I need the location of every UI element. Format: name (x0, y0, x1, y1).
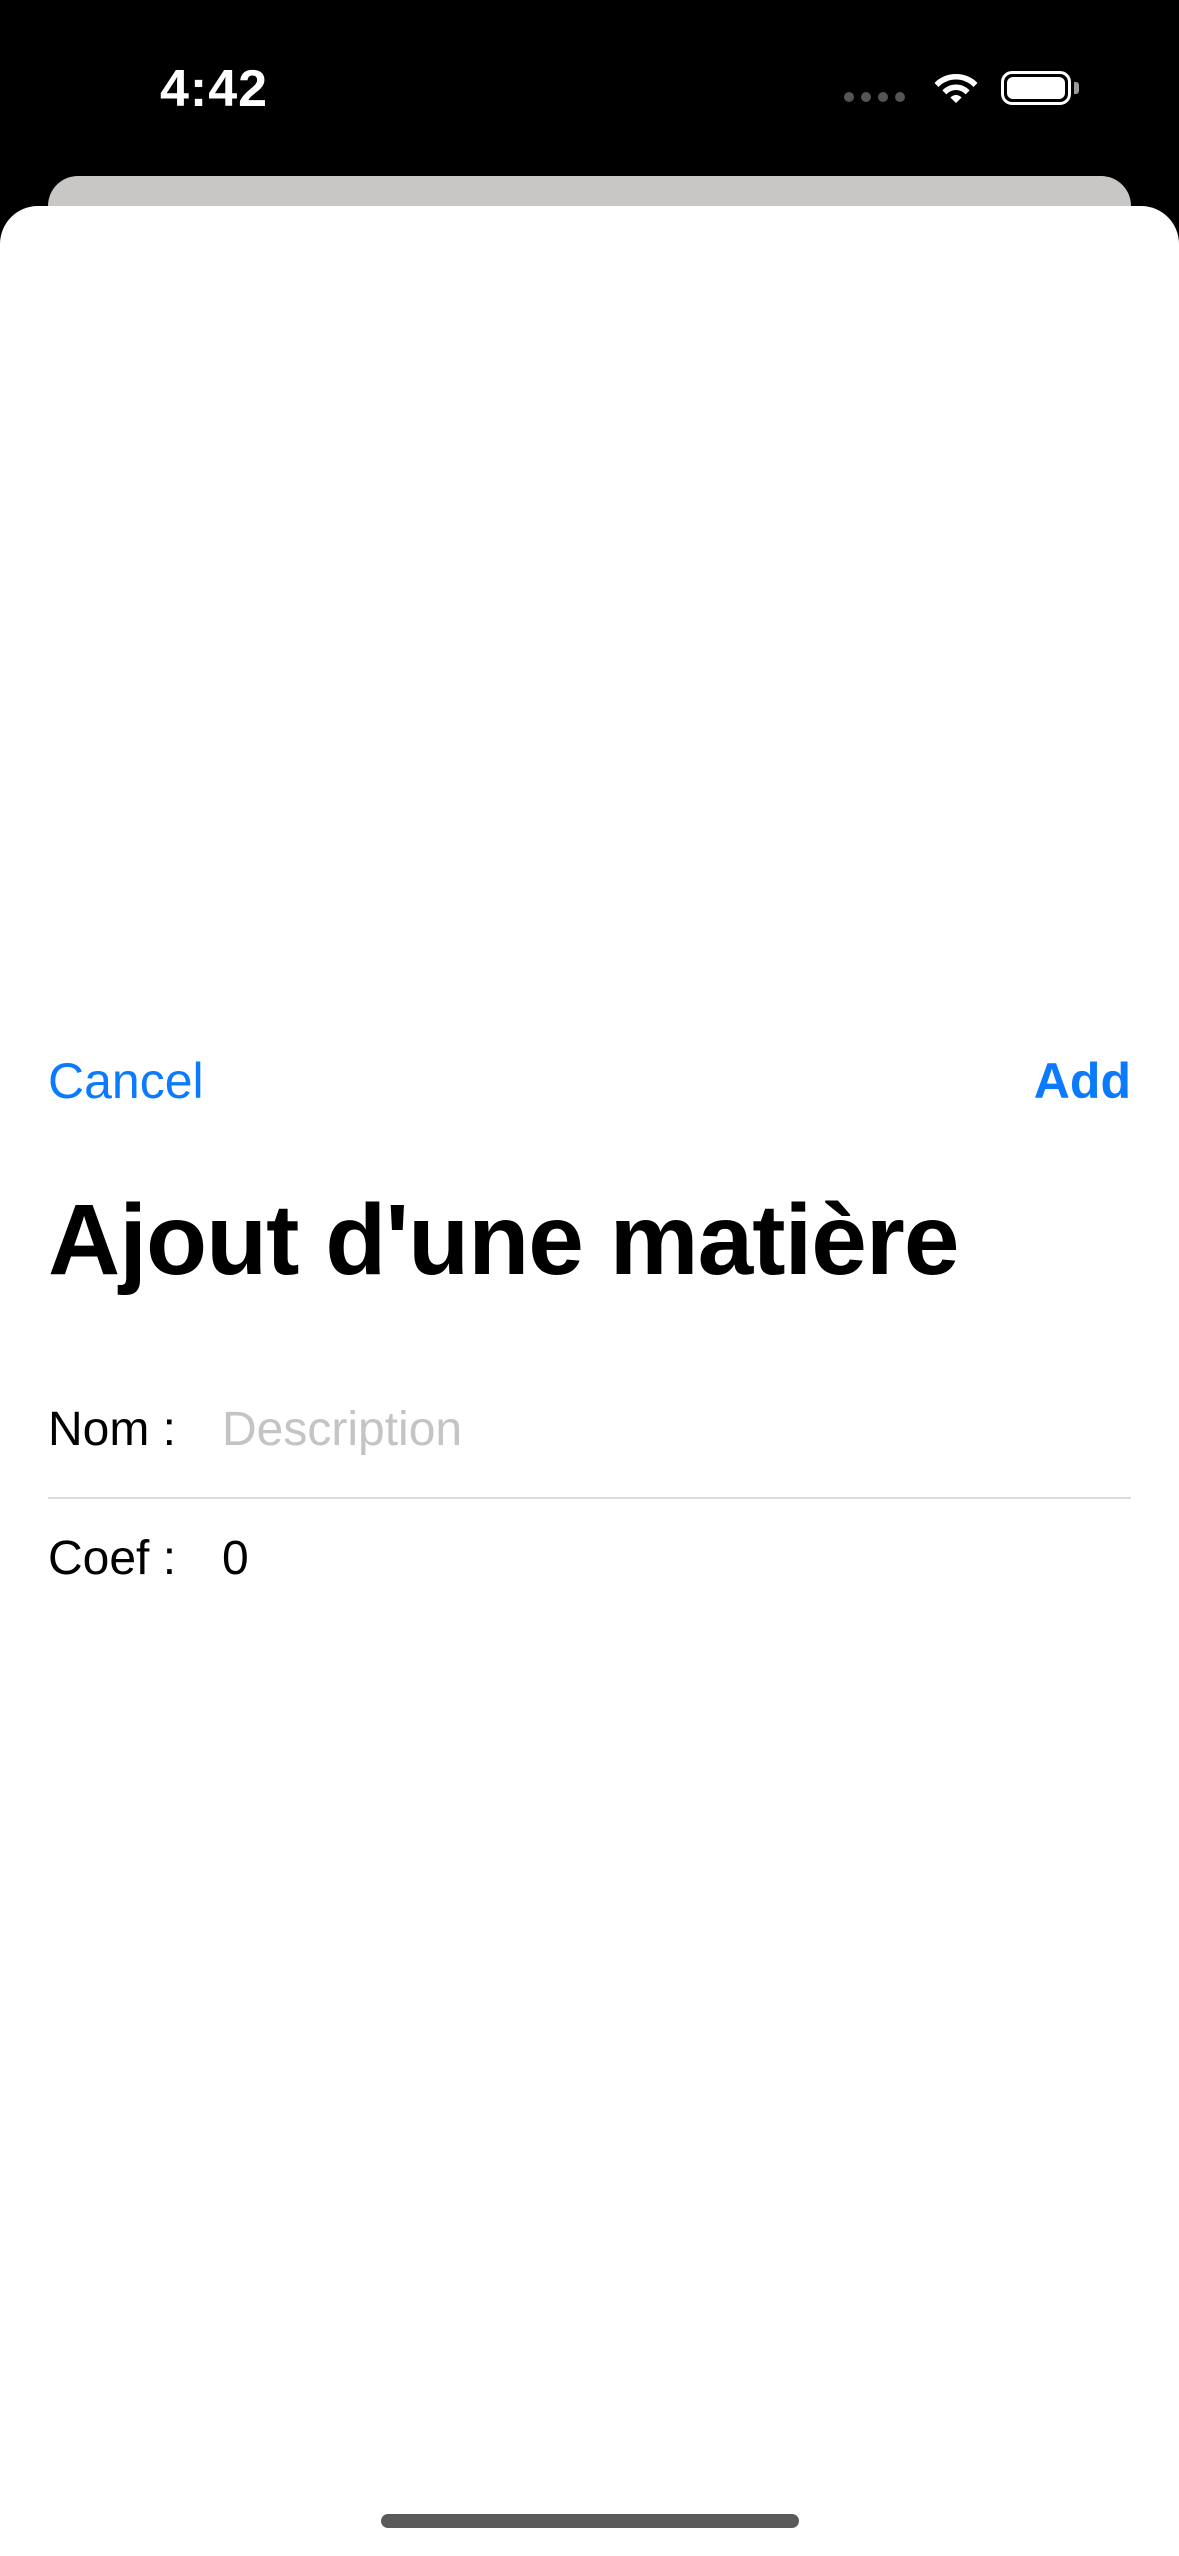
status-icons (844, 64, 1079, 112)
battery-icon (1001, 71, 1079, 105)
cancel-button[interactable]: Cancel (48, 1046, 204, 1116)
nom-input[interactable] (222, 1401, 1131, 1457)
coef-row: Coef : 0 (48, 1503, 1131, 1613)
coef-label: Coef : (48, 1531, 177, 1585)
nom-row: Nom : (48, 1374, 1131, 1484)
nom-label: Nom : (48, 1402, 177, 1456)
row-divider (48, 1497, 1131, 1499)
page-title: Ajout d'une matière (48, 1184, 959, 1296)
screen: 4:42 Cancel Add Ajout d'une matière Nom … (0, 0, 1179, 2556)
status-time: 4:42 (160, 60, 269, 118)
coef-field[interactable]: 0 (222, 1531, 1131, 1586)
add-button[interactable]: Add (1034, 1046, 1131, 1116)
wifi-icon (933, 70, 979, 106)
cellular-signal-icon (844, 92, 905, 102)
home-indicator[interactable] (381, 2514, 799, 2528)
